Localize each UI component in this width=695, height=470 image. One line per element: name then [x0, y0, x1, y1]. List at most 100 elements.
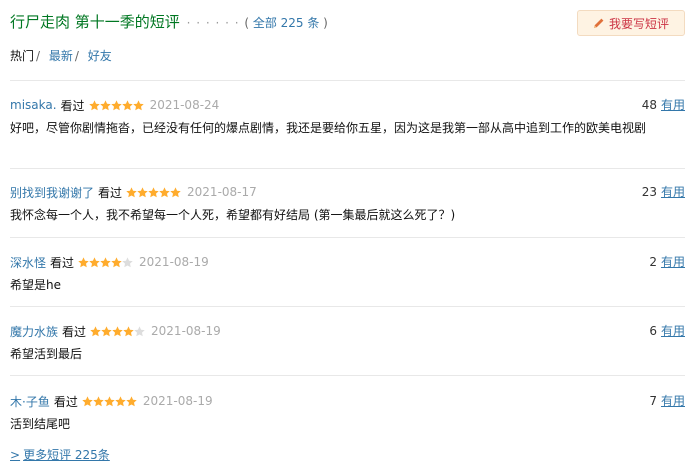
- total-count: ( 全部 225 条 ): [244, 16, 328, 30]
- comment-text: 我怀念每一个人，我不希望每一个人死，希望都有好结局 (第一集最后就这么死了？): [10, 208, 456, 222]
- comment-user[interactable]: misaka.: [10, 98, 57, 112]
- useful-button[interactable]: 有用: [661, 98, 685, 112]
- star-icon: [93, 395, 104, 406]
- star-icon: [170, 186, 181, 197]
- tab-separator: /: [74, 49, 79, 63]
- useful-button[interactable]: 有用: [661, 324, 685, 338]
- vote-number: 23: [641, 185, 657, 199]
- star-icon: [148, 186, 159, 197]
- tab-latest[interactable]: 最新: [49, 49, 73, 63]
- comment-item: 魔力水族 看过 2021-08-19 6 有用 希望活到最后: [10, 322, 685, 365]
- vote-count: 2 有用: [649, 253, 685, 270]
- useful-button[interactable]: 有用: [661, 394, 685, 408]
- star-icon: [115, 395, 126, 406]
- watch-status: 看过: [62, 324, 87, 339]
- watch-status: 看过: [50, 255, 75, 270]
- vote-number: 6: [649, 324, 657, 338]
- star-icon: [88, 99, 100, 110]
- vote-count: 23 有用: [642, 183, 685, 200]
- vote-count: 6 有用: [649, 322, 685, 339]
- star-icon: [101, 325, 112, 336]
- rating-stars: [78, 256, 133, 268]
- comment-text: 活到结尾吧: [10, 417, 71, 431]
- star-icon: [99, 99, 111, 110]
- watch-status: 看过: [60, 98, 85, 113]
- divider: [10, 237, 685, 238]
- star-icon: [132, 99, 144, 110]
- page-title: 行尸走肉 第十一季的短评 · · · · · · ( 全部 225 条 ): [10, 11, 328, 32]
- star-icon: [110, 99, 122, 110]
- rating-stars: [90, 325, 145, 337]
- comment-date: 2021-08-24: [149, 98, 220, 112]
- rating-stars: [88, 99, 144, 111]
- star-icon: [112, 325, 123, 336]
- more-comments-link[interactable]: > 更多短评 225条: [10, 446, 110, 463]
- total-suffix: ): [319, 16, 328, 30]
- comment-item: 木·子鱼 看过 2021-08-19 7 有用 活到结尾吧: [10, 392, 685, 435]
- star-icon: [137, 186, 148, 197]
- star-icon: [126, 395, 137, 406]
- star-icon: [82, 395, 93, 406]
- vote-count: 48 有用: [642, 96, 685, 113]
- comment-user[interactable]: 深水怪: [10, 254, 46, 271]
- comment-date: 2021-08-19: [142, 394, 213, 408]
- comment-user[interactable]: 木·子鱼: [10, 393, 50, 410]
- header: 行尸走肉 第十一季的短评 · · · · · · ( 全部 225 条 ) 我要…: [10, 8, 685, 36]
- star-icon: [90, 325, 101, 336]
- divider: [10, 375, 685, 376]
- watch-status: 看过: [98, 185, 123, 200]
- star-icon: [159, 186, 170, 197]
- divider: [10, 168, 685, 169]
- comment-meta: 魔力水族 看过 2021-08-19 6 有用: [10, 322, 685, 340]
- star-icon: [126, 186, 137, 197]
- vote-number: 2: [649, 255, 657, 269]
- comment-text: 好吧，尽管你剧情拖沓，已经没有任何的爆点剧情，我还是要给你五星，因为这是我第一部…: [10, 121, 647, 135]
- more-comments-label: 更多短评 225条: [23, 448, 110, 462]
- write-comment-button[interactable]: 我要写短评: [577, 10, 685, 36]
- vote-number: 48: [641, 98, 657, 112]
- watch-status: 看过: [53, 394, 78, 409]
- all-comments-link[interactable]: 全部 225 条: [253, 16, 320, 30]
- write-comment-label: 我要写短评: [608, 16, 669, 31]
- star-icon: [111, 256, 122, 267]
- comment-user[interactable]: 别找到我谢谢了: [10, 184, 94, 201]
- comment-text: 希望是he: [10, 278, 61, 292]
- sort-tabs: 热门 / 最新 / 好友: [10, 47, 112, 64]
- star-icon: [104, 395, 115, 406]
- comment-date: 2021-08-19: [151, 324, 221, 338]
- comment-date: 2021-08-19: [139, 255, 209, 269]
- star-icon: [123, 325, 134, 336]
- comment-meta: 深水怪 看过 2021-08-19 2 有用: [10, 253, 685, 271]
- star-icon: [89, 256, 100, 267]
- tab-hot[interactable]: 热门: [10, 49, 34, 63]
- comment-date: 2021-08-17: [187, 185, 257, 199]
- comment-meta: 木·子鱼 看过 2021-08-19 7 有用: [10, 392, 685, 410]
- comment-meta: 别找到我谢谢了 看过 2021-08-17 23 有用: [10, 183, 685, 201]
- star-icon: [134, 325, 145, 336]
- tab-friends[interactable]: 好友: [88, 49, 112, 63]
- title-text: 行尸走肉 第十一季的短评: [10, 13, 180, 31]
- vote-number: 7: [649, 394, 657, 408]
- comment-text: 希望活到最后: [10, 347, 83, 361]
- comment-user[interactable]: 魔力水族: [10, 323, 58, 340]
- divider: [10, 306, 685, 307]
- star-icon: [122, 256, 133, 267]
- comment-meta: misaka. 看过 2021-08-24 48 有用: [10, 96, 685, 114]
- comment-item: 别找到我谢谢了 看过 2021-08-17 23 有用 我怀念每一个人，我不希望每…: [10, 183, 685, 226]
- chevron-right-icon: >: [10, 448, 21, 462]
- tab-separator: /: [36, 49, 41, 63]
- divider: [10, 80, 685, 81]
- pencil-icon: [593, 18, 604, 28]
- star-icon: [121, 99, 133, 110]
- title-dots: · · · · · ·: [186, 16, 240, 30]
- comment-item: 深水怪 看过 2021-08-19 2 有用 希望是he: [10, 253, 685, 296]
- total-prefix: (: [244, 16, 253, 30]
- comment-item: misaka. 看过 2021-08-24 48 有用 好吧，尽管你剧情拖沓，已经…: [10, 96, 685, 139]
- useful-button[interactable]: 有用: [661, 185, 685, 199]
- rating-stars: [82, 395, 137, 407]
- star-icon: [100, 256, 111, 267]
- rating-stars: [126, 186, 181, 198]
- star-icon: [78, 256, 89, 267]
- vote-count: 7 有用: [649, 392, 685, 409]
- useful-button[interactable]: 有用: [661, 255, 685, 269]
